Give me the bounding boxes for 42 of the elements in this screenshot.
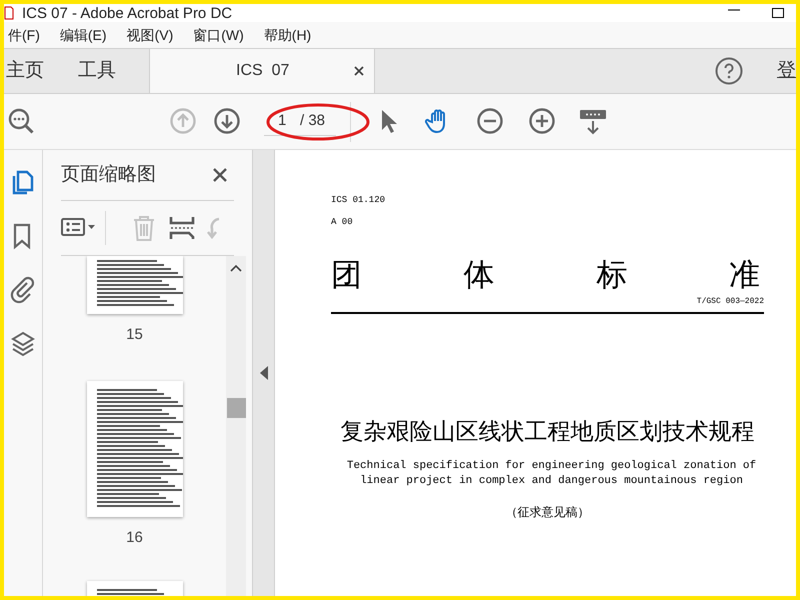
standard-code: A 00 [331,216,354,228]
document-title: 复杂艰险山区线状工程地质区划技术规程 [340,417,756,446]
window-title: ICS 07 - Adobe Acrobat Pro DC [22,6,232,20]
collapse-arrow-icon[interactable] [260,366,268,380]
close-icon[interactable] [212,167,228,183]
page-number-label: 16 [126,528,143,548]
help-icon[interactable] [715,57,743,85]
page-total: / 38 [300,110,326,131]
menu-item[interactable]: 帮助(H) [264,24,312,46]
page-number-field[interactable]: 1 [264,110,294,132]
sign-in-link[interactable]: 登 [777,56,796,86]
panel-title: 页面缩略图 [61,162,156,187]
heading-character: 准 [728,259,760,290]
insert-page-icon[interactable] [168,214,196,242]
heading-character: 标 [596,259,628,290]
minus-icon[interactable] [477,108,505,136]
draft-status: （征求意见稿） [504,504,590,520]
page-thumbnail[interactable] [86,256,182,314]
classification-code: ICS 01.120 [331,194,386,207]
nav-tab[interactable]: 工具 [78,49,149,93]
plus-icon[interactable] [529,108,557,136]
nav-tab[interactable]: 主页 [4,49,78,93]
menu-item[interactable]: 件(F) [4,24,40,46]
page-number-label: 15 [126,325,143,345]
menu-item[interactable]: 视图(V) [126,24,174,46]
menu-item[interactable]: 窗口(W) [193,24,244,46]
page-thumbnail[interactable] [86,380,182,516]
paperclip-icon[interactable] [9,276,37,304]
maximize-icon[interactable] [772,8,784,18]
scrollbar-thumb[interactable] [226,398,246,418]
standard-number: T/GSC 003—2022 [696,296,764,308]
heading-character: 团 [331,259,362,290]
scrollbar[interactable] [226,256,246,596]
document-tab[interactable]: ICS 07 [149,49,375,93]
english-title: Technical specification for engineering geological zonation of linear project in complex and dangerous mountainous region [346,458,758,488]
menu-item[interactable]: 编辑(E) [60,24,107,46]
close-tab-icon[interactable] [354,66,364,76]
heading-character: 体 [464,259,495,290]
keyboard-download-icon[interactable] [579,108,607,136]
layers-icon[interactable] [9,330,37,358]
search-icon[interactable] [8,108,36,136]
scroll-up-icon[interactable] [230,264,242,272]
